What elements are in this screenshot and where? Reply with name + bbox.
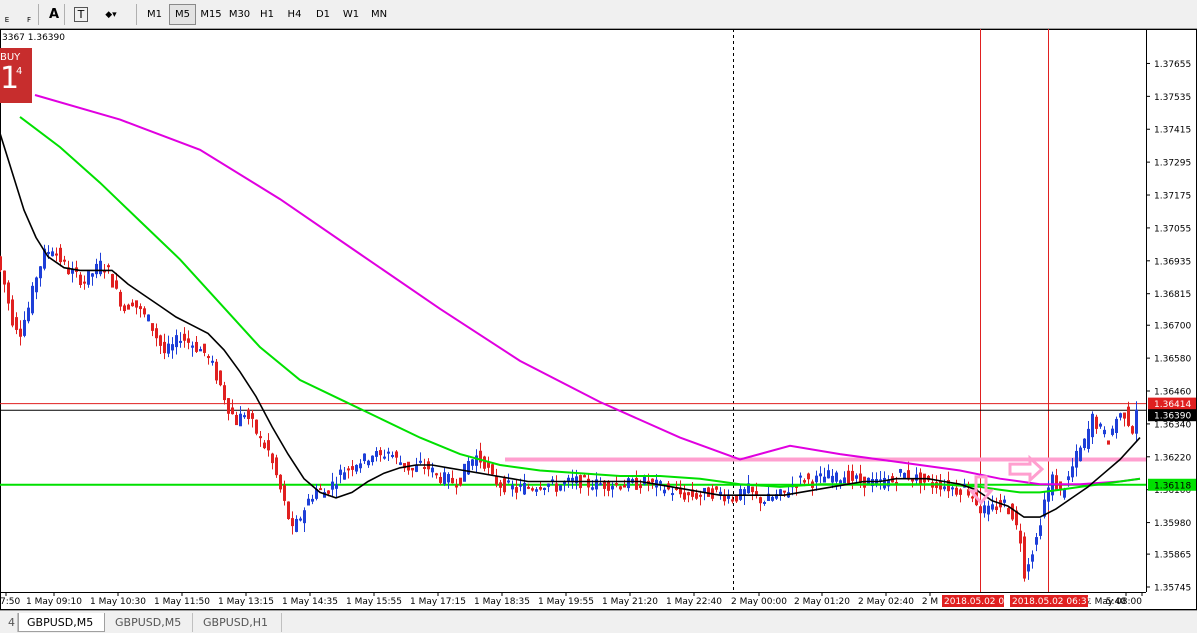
price-tick-label: 1.37415 [1154, 126, 1191, 136]
ask-price-tag: 1.36414 [1154, 400, 1191, 410]
candle-body [519, 484, 522, 487]
time-tick-label: 2 M [922, 597, 938, 607]
candle-body [391, 454, 394, 457]
candle-body [763, 502, 766, 505]
price-tick-label: 1.36340 [1154, 420, 1191, 430]
price-tick-label: 1.36460 [1154, 388, 1191, 398]
time-tick-label: 1 May 15:55 [346, 597, 402, 607]
chart-tab[interactable]: 4 [0, 613, 18, 632]
candle-body [243, 415, 246, 418]
price-tick-label: 1.36700 [1154, 322, 1191, 332]
price-chart[interactable]: 1.37655 1.37535 1.37415 1.37295 1.37175 1.370… [0, 29, 1197, 610]
candle-body [527, 486, 530, 489]
price-tick-label: 1.35865 [1154, 551, 1191, 561]
candle-body [47, 251, 50, 254]
event-time-tag: 2018.05.02 06:37 [1012, 597, 1092, 607]
bid-ask-readout: 3367 1.36390 [2, 33, 65, 43]
timeframe-h1-button[interactable]: H1 [254, 4, 280, 25]
price-tick-label: 1.37175 [1154, 192, 1191, 202]
toolbar-separator [64, 4, 65, 25]
one-click-buy-panel[interactable]: BUY 1 4 [0, 48, 32, 103]
candle-body [699, 494, 702, 497]
candle-body [951, 487, 954, 490]
time-tick-label: 2 May 08:00 [1086, 597, 1142, 607]
candle-body [107, 265, 110, 268]
candle-body [615, 483, 618, 486]
chart-tab[interactable]: GBPUSD,M5 [107, 613, 193, 632]
candle-body [179, 340, 182, 343]
moving-average-magenta [34, 94, 1141, 486]
chart-toolbar: E F A T ◆▾ M1 M5 M15 M30 H1 H4 D1 W1 MN [0, 0, 1197, 29]
time-tick-label: 1 May 19:55 [538, 597, 594, 607]
candle-body [971, 496, 974, 499]
price-tick-label: 1.36580 [1154, 355, 1191, 365]
timeframe-d1-button[interactable]: D1 [309, 4, 337, 25]
time-tick-label: 2 May 01:20 [794, 597, 850, 607]
price-tick-label: 1.36220 [1154, 453, 1191, 463]
candle-body [507, 480, 510, 483]
time-tick-label: 1 May 10:30 [90, 597, 146, 607]
candle-body [259, 436, 262, 439]
arrows-tool-icon[interactable]: ◆▾ [94, 4, 128, 25]
text-tool-icon[interactable]: A [44, 4, 64, 25]
candle-body [387, 451, 390, 454]
time-tick-label: 1 May 11:50 [154, 597, 210, 607]
candle-body [383, 456, 386, 459]
timeframe-mn-button[interactable]: MN [365, 4, 393, 25]
time-tick-label: 1 May 17:15 [410, 597, 466, 607]
timeframe-m15-button[interactable]: M15 [197, 4, 225, 25]
candle-body [299, 518, 302, 521]
event-time-tag: 2018.05.02 05: [944, 597, 1013, 607]
candle-body [63, 259, 66, 262]
time-tick-label: 1 May 21:20 [602, 597, 658, 607]
time-tick-label: 7:50 [0, 597, 20, 607]
periods-right-icon[interactable]: F [22, 4, 36, 25]
time-tick-label: 1 May 18:35 [474, 597, 530, 607]
price-tick-label: 1.36935 [1154, 257, 1191, 267]
periods-left-icon[interactable]: E [0, 4, 14, 25]
time-tick-label: 1 May 13:15 [218, 597, 274, 607]
timeframe-m30-button[interactable]: M30 [226, 4, 253, 25]
candle-body [347, 468, 350, 471]
candle-body [435, 473, 438, 476]
candle-body [423, 466, 426, 469]
candle-body [419, 460, 422, 463]
candle-body [799, 475, 802, 478]
candle-body [319, 488, 322, 491]
candle-body [671, 493, 674, 496]
price-tick-label: 1.37535 [1154, 93, 1191, 103]
toolbar-separator [136, 4, 137, 25]
candle-body [83, 281, 86, 284]
candle-body [211, 360, 214, 363]
time-tick-label: 1 May 09:10 [26, 597, 82, 607]
candle-body [55, 253, 58, 256]
time-tick-label: 1 May 14:35 [282, 597, 338, 607]
price-tick-label: 1.37055 [1154, 224, 1191, 234]
price-tick-label: 1.35980 [1154, 519, 1191, 529]
candle-body [455, 485, 458, 488]
timeframe-h4-button[interactable]: H4 [281, 4, 308, 25]
time-tick-label: 1 May 22:40 [666, 597, 722, 607]
timeframe-m5-button[interactable]: M5 [169, 4, 196, 25]
price-tick-label: 1.37295 [1154, 159, 1191, 169]
toolbar-separator [38, 4, 39, 25]
candle-body [599, 483, 602, 486]
chart-tab[interactable]: GBPUSD,M5 [18, 613, 105, 632]
moving-average-green [19, 116, 1141, 494]
chart-tab[interactable]: GBPUSD,H1 [195, 613, 282, 632]
bid-price-tag: 1.36390 [1154, 412, 1191, 422]
price-tick-label: 1.36815 [1154, 290, 1191, 300]
text-label-tool-icon[interactable]: T [74, 7, 88, 22]
chart-canvas[interactable]: 1.37655 1.37535 1.37415 1.37295 1.37175 1.370… [0, 29, 1197, 610]
price-tick-label: 1.35745 [1154, 584, 1191, 594]
time-tick-label: 2 May 02:40 [858, 597, 914, 607]
timeframe-w1-button[interactable]: W1 [338, 4, 364, 25]
level-price-tag: 1.36118 [1154, 481, 1191, 491]
chart-tab-bar: 4 GBPUSD,M5 GBPUSD,M5 GBPUSD,H1 [0, 610, 1197, 633]
timeframe-m1-button[interactable]: M1 [141, 4, 168, 25]
price-tick-label: 1.37655 [1154, 60, 1191, 70]
buy-price-sup[interactable]: 4 [16, 66, 22, 77]
candle-body [783, 490, 786, 493]
time-tick-label: 2 May 00:00 [731, 597, 787, 607]
